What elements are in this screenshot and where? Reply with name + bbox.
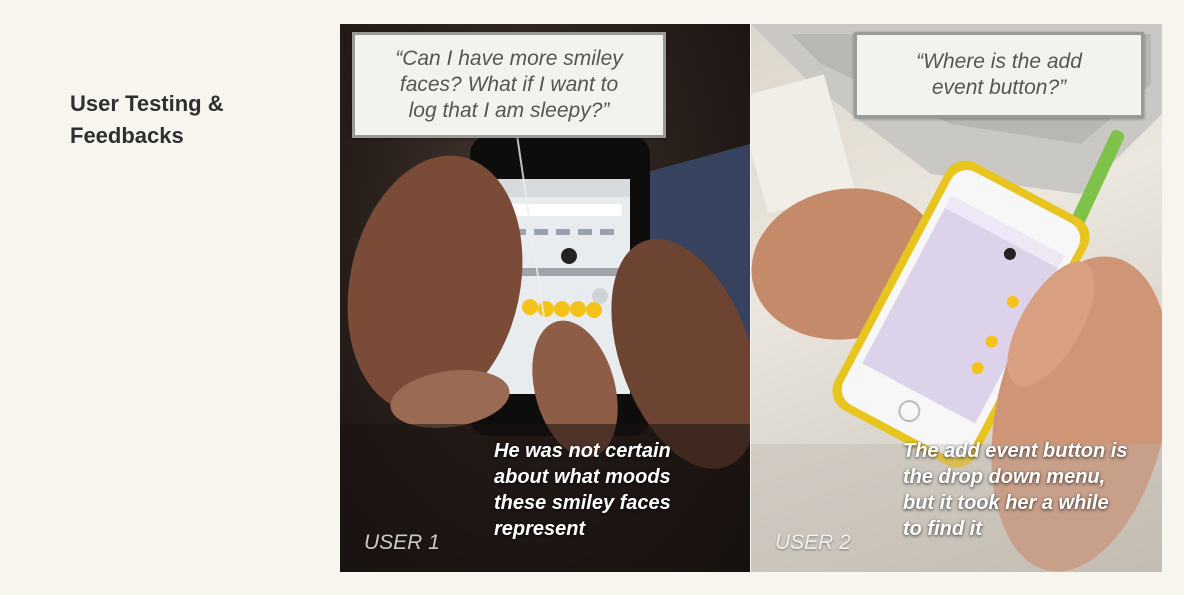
user-1-quote: “Can I have more smiley faces? What if I… bbox=[352, 32, 666, 138]
user-2-photo: “Where is the add event button?” The add… bbox=[751, 24, 1162, 572]
user-1-photo: “Can I have more smiley faces? What if I… bbox=[340, 24, 750, 572]
user-2-caption: The add event button is the drop down me… bbox=[903, 440, 1128, 540]
user-2-quote: “Where is the add event button?” bbox=[854, 32, 1144, 118]
user-1-caption: He was not certain about what moods thes… bbox=[494, 440, 671, 540]
user-1-label: USER 1 bbox=[364, 531, 440, 554]
section-heading: User Testing & Feedbacks bbox=[70, 91, 224, 148]
user-2-label: USER 2 bbox=[775, 531, 851, 554]
